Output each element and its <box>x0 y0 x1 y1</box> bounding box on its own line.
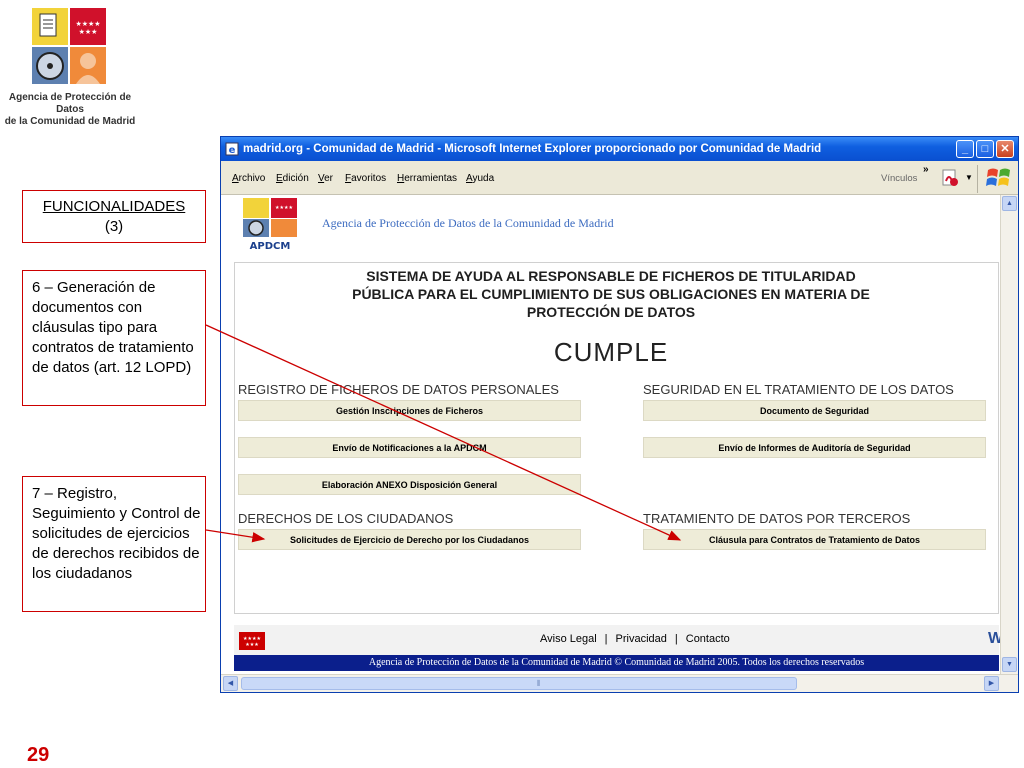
slide-number: 29 <box>27 744 50 766</box>
vertical-scrollbar[interactable]: ▲ ▼ <box>1000 195 1018 674</box>
maximize-button[interactable]: □ <box>976 140 994 158</box>
envio-notificaciones-button[interactable]: Envío de Notificaciones a la APDCM <box>238 437 581 458</box>
system-title-line2: PÚBLICA PARA EL CUMPLIMIENTO DE SUS OBLI… <box>352 286 870 302</box>
menu-edicion[interactable]: Edición <box>276 173 309 184</box>
menu-ayuda[interactable]: Ayuda <box>466 173 494 184</box>
apdcm-logo-icon: ★★★★ ★★★ <box>32 8 106 84</box>
footer-divider: | <box>674 633 678 645</box>
gestion-inscripciones-button[interactable]: Gestión Inscripciones de Ficheros <box>238 400 581 421</box>
window-title: madrid.org - Comunidad de Madrid - Micro… <box>243 143 822 155</box>
clausula-contratos-button[interactable]: Cláusula para Contratos de Tratamiento d… <box>643 529 986 550</box>
logo-caption: Agencia de Protección de Datos de la Com… <box>0 92 140 128</box>
page-footer: ★★★★ ★★★ Aviso Legal | Privacidad | Contacto … <box>234 625 1000 655</box>
menu-herramientas[interactable]: Herramientas <box>397 173 457 184</box>
logo-caption-line1: Agencia de Protección de Datos <box>8 92 132 115</box>
svg-text:e: e <box>229 145 236 156</box>
svg-text:★★★★: ★★★★ <box>75 20 100 28</box>
scroll-up-icon[interactable]: ▲ <box>1002 196 1017 211</box>
menu-archivo[interactable]: Archivo <box>232 173 265 184</box>
site-header-title: Agencia de Protección de Datos de la Com… <box>322 216 614 230</box>
ie-page-icon: e <box>225 142 239 156</box>
elaboracion-anexo-button[interactable]: Elaboración ANEXO Disposición General <box>238 474 581 495</box>
cumple-title: CUMPLE <box>553 337 669 367</box>
documento-seguridad-button[interactable]: Documento de Seguridad <box>643 400 986 421</box>
callout-title-count: (3) <box>104 218 124 235</box>
horizontal-scrollbar[interactable]: ◀ ⦀ ▶ <box>221 674 1018 692</box>
system-title-line1: SISTEMA DE AYUDA AL RESPONSABLE DE FICHE… <box>366 268 856 284</box>
toolbar-separator <box>977 165 978 193</box>
horizontal-scroll-thumb[interactable]: ⦀ <box>241 677 797 690</box>
footer-links: Aviso Legal | Privacidad | Contacto <box>536 633 734 645</box>
page-viewport: ★★★★ APDCM Agencia de Protección de Dato… <box>221 195 1000 674</box>
madrid-flag-icon: ★★★★ ★★★ <box>239 632 265 650</box>
links-label[interactable]: Vínculos <box>881 173 917 184</box>
pdf-icon[interactable] <box>941 169 959 187</box>
callout-functionalities: FUNCIONALIDADES (3) <box>22 190 206 243</box>
menu-bar: Archivo Edición Ver Favoritos Herramient… <box>221 161 1018 195</box>
pdf-dropdown-arrow-icon[interactable]: ▼ <box>965 173 973 182</box>
section-heading-seguridad: SEGURIDAD EN EL TRATAMIENTO DE LOS DATOS <box>643 382 954 397</box>
section-heading-derechos: DERECHOS DE LOS CIUDADANOS <box>238 511 454 526</box>
callout-title-heading: FUNCIONALIDADES <box>42 198 186 215</box>
scroll-left-icon[interactable]: ◀ <box>223 676 238 691</box>
browser-window: e madrid.org - Comunidad de Madrid - Mic… <box>220 136 1019 693</box>
scroll-grip-icon: ⦀ <box>537 679 541 688</box>
windows-logo-icon <box>986 168 1010 186</box>
aviso-legal-link[interactable]: Aviso Legal <box>540 633 597 645</box>
svg-text:★★★★: ★★★★ <box>275 205 293 211</box>
menu-favoritos[interactable]: Favoritos <box>345 173 386 184</box>
site-logo-text: APDCM <box>250 241 291 251</box>
close-button[interactable]: ✕ <box>996 140 1014 158</box>
scroll-down-icon[interactable]: ▼ <box>1002 657 1017 672</box>
menu-ver[interactable]: Ver <box>318 173 333 184</box>
privacidad-link[interactable]: Privacidad <box>616 633 667 645</box>
section-heading-registro: REGISTRO DE FICHEROS DE DATOS PERSONALES <box>238 382 559 397</box>
links-chevron-icon[interactable]: » <box>923 164 929 175</box>
scroll-right-icon[interactable]: ▶ <box>984 676 999 691</box>
svg-text:★★★: ★★★ <box>245 642 259 648</box>
callout-6-clauses: 6 – Generación de documentos con cláusul… <box>22 270 206 406</box>
callout-7-rights: 7 – Registro, Seguimiento y Control de s… <box>22 476 206 612</box>
system-title: SISTEMA DE AYUDA AL RESPONSABLE DE FICHE… <box>301 267 921 321</box>
footer-divider: | <box>604 633 608 645</box>
system-title-line3: PROTECCIÓN DE DATOS <box>526 304 696 320</box>
footer-w-glyph: W <box>988 630 1000 647</box>
envio-informes-auditoria-button[interactable]: Envío de Informes de Auditoría de Seguri… <box>643 437 986 458</box>
contacto-link[interactable]: Contacto <box>686 633 730 645</box>
svg-text:★★★: ★★★ <box>79 28 98 36</box>
section-heading-terceros: TRATAMIENTO DE DATOS POR TERCEROS <box>643 511 911 526</box>
logo-caption-line2: de la Comunidad de Madrid <box>4 116 136 127</box>
window-titlebar[interactable]: e madrid.org - Comunidad de Madrid - Mic… <box>221 137 1018 161</box>
minimize-button[interactable]: _ <box>956 140 974 158</box>
solicitudes-ejercicio-derecho-button[interactable]: Solicitudes de Ejercicio de Derecho por … <box>238 529 581 550</box>
copyright-bar: Agencia de Protección de Datos de la Com… <box>234 655 999 671</box>
apdcm-site-logo-icon[interactable]: ★★★★ APDCM <box>241 197 301 251</box>
